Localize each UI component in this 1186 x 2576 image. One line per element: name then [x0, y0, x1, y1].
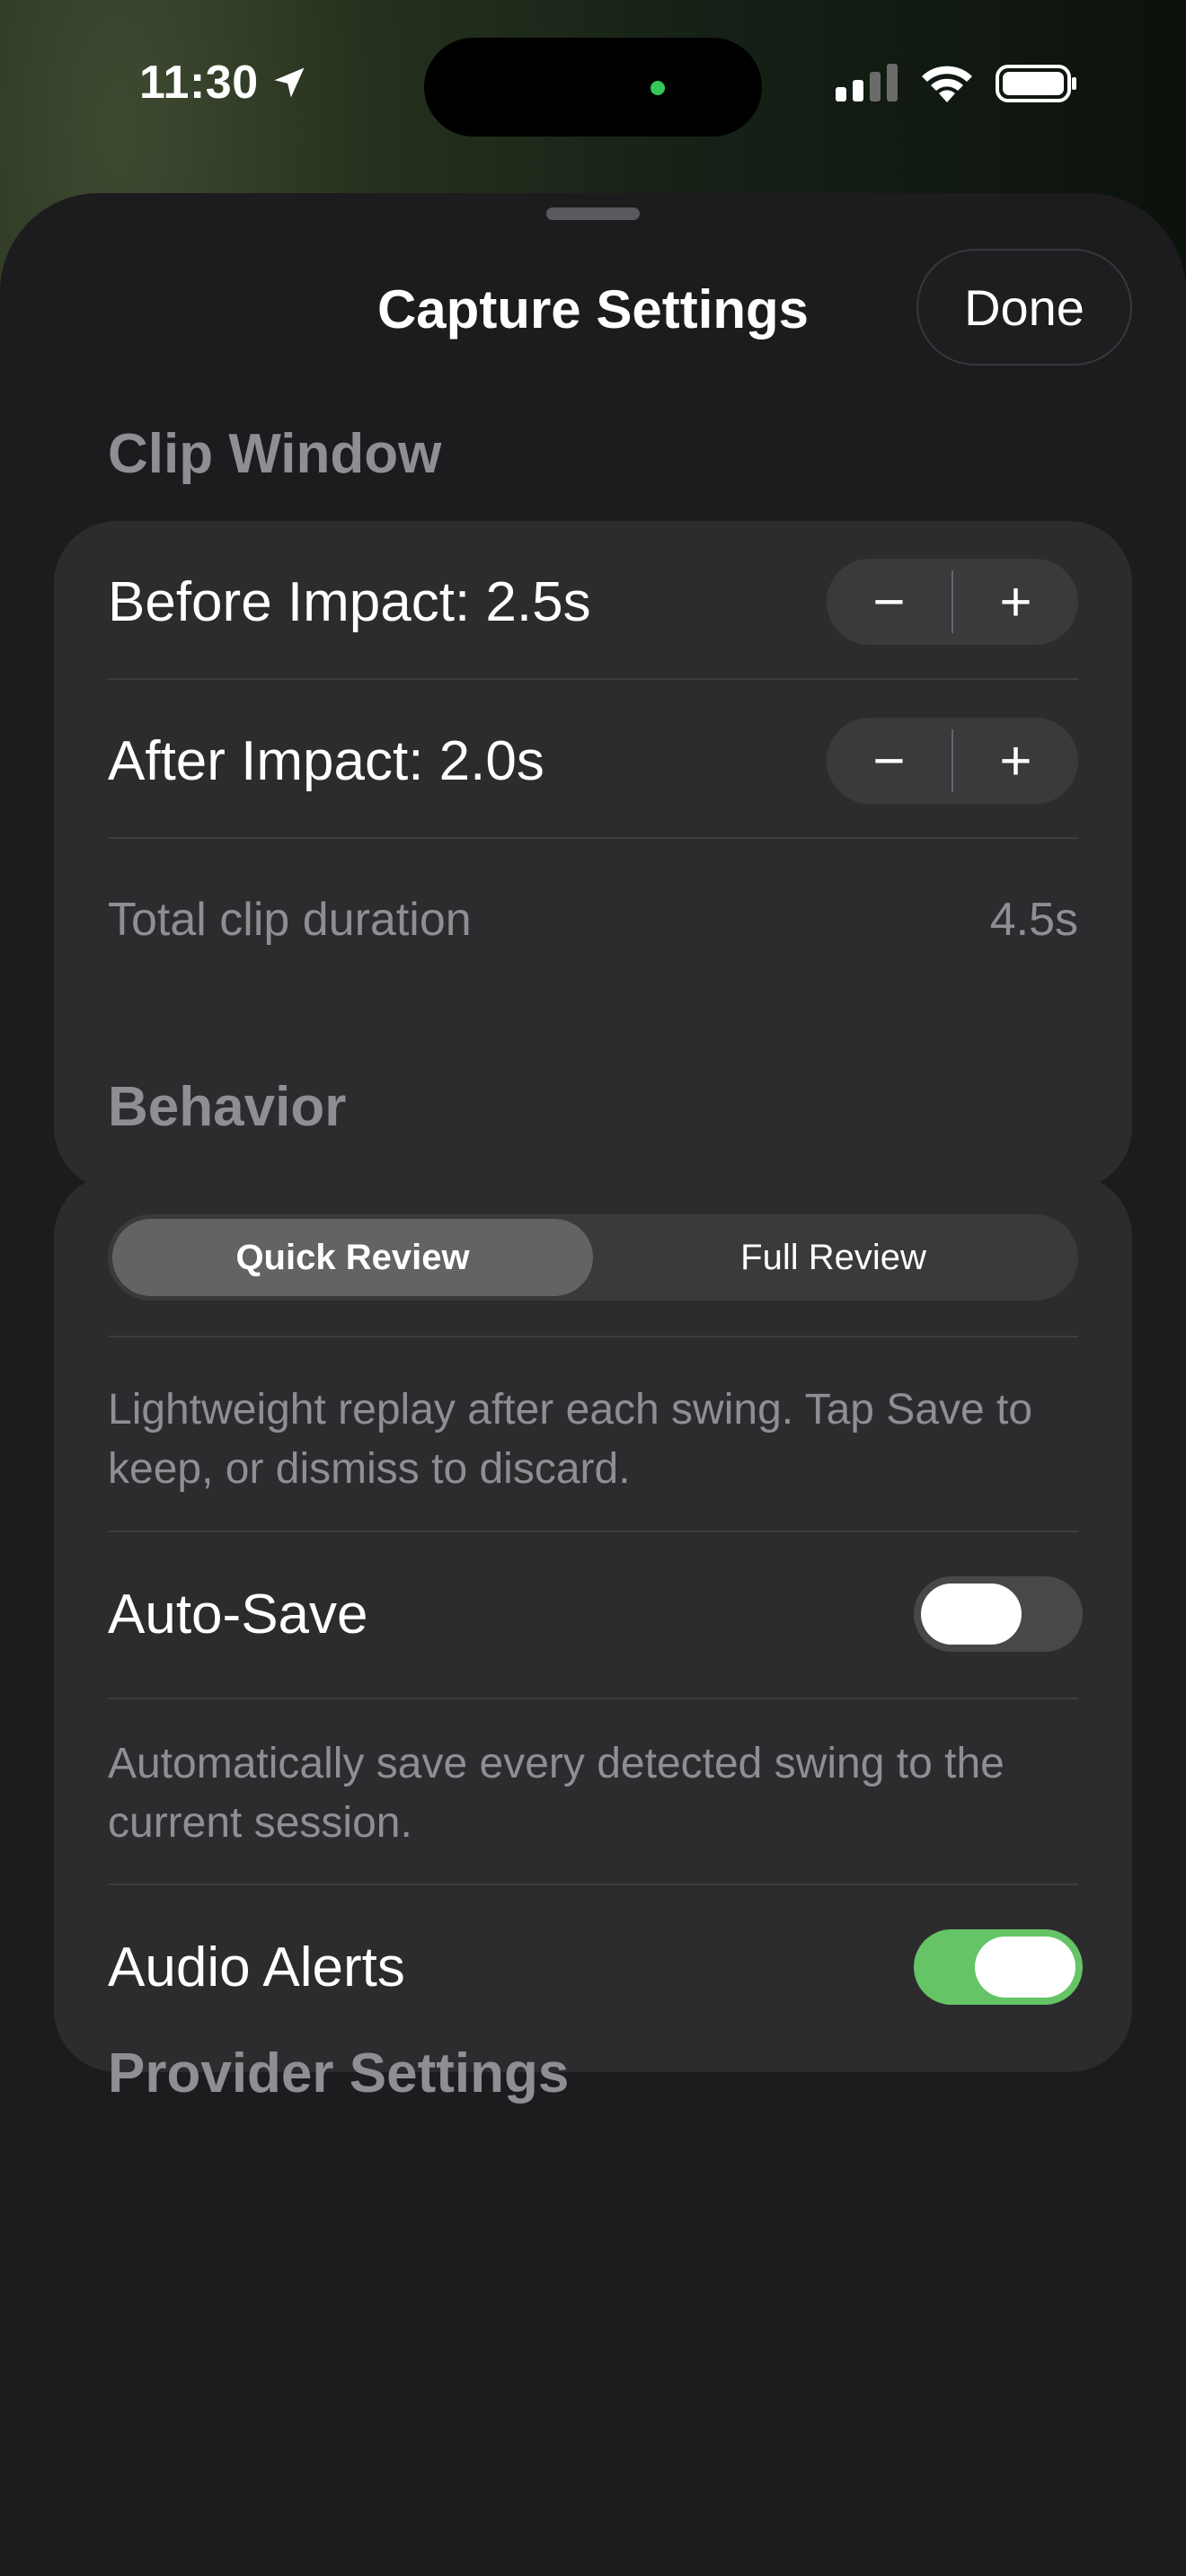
dynamic-island	[424, 38, 762, 137]
status-time: 11:30	[139, 56, 309, 110]
row-divider	[108, 1883, 1078, 1885]
before-impact-stepper[interactable]: − +	[827, 559, 1078, 645]
toggle-knob	[975, 1936, 1075, 1998]
done-button[interactable]: Done	[916, 249, 1132, 366]
row-divider	[108, 1531, 1078, 1532]
row-divider	[108, 837, 1078, 839]
clip-window-header: Clip Window	[108, 423, 442, 485]
sheet-grabber[interactable]	[546, 207, 640, 220]
segment-full-review[interactable]: Full Review	[593, 1219, 1074, 1296]
after-impact-decrement-button[interactable]: −	[827, 718, 951, 804]
capture-settings-sheet: Capture Settings Done Clip Window Before…	[0, 193, 1186, 2576]
location-arrow-icon	[274, 67, 305, 98]
row-divider	[108, 1698, 1078, 1699]
row-divider	[108, 1336, 1078, 1337]
battery-icon	[996, 65, 1076, 102]
behavior-header: Behavior	[108, 1076, 347, 1138]
auto-save-toggle[interactable]	[914, 1576, 1083, 1652]
auto-save-description: Automatically save every detected swing …	[108, 1740, 1005, 1847]
before-impact-increment-button[interactable]: +	[953, 559, 1078, 645]
total-duration-value: 4.5s	[989, 894, 1078, 946]
behavior-card: Quick Review Full Review Lightweight rep…	[54, 1174, 1132, 2072]
auto-save-label: Auto-Save	[108, 1583, 368, 1645]
before-impact-label: Before Impact: 2.5s	[108, 570, 591, 633]
toggle-knob	[921, 1584, 1022, 1645]
provider-settings-header: Provider Settings	[108, 2042, 570, 2104]
audio-alerts-toggle[interactable]	[914, 1929, 1083, 2005]
after-impact-increment-button[interactable]: +	[953, 718, 1078, 804]
review-mode-segmented-control[interactable]: Quick Review Full Review	[108, 1214, 1078, 1301]
wifi-icon	[922, 66, 972, 102]
camera-indicator-dot	[651, 81, 665, 95]
cellular-signal-icon	[836, 64, 898, 101]
total-duration-label: Total clip duration	[108, 894, 472, 946]
review-mode-description: Lightweight replay after each swing. Tap…	[108, 1386, 1033, 1493]
status-time-text: 11:30	[139, 57, 259, 109]
audio-alerts-label: Audio Alerts	[108, 1936, 405, 1998]
after-impact-label: After Impact: 2.0s	[108, 729, 544, 792]
before-impact-decrement-button[interactable]: −	[827, 559, 951, 645]
total-duration-row: Total clip duration 4.5s	[108, 875, 1078, 965]
segment-quick-review[interactable]: Quick Review	[112, 1219, 593, 1296]
row-divider	[108, 678, 1078, 680]
after-impact-stepper[interactable]: − +	[827, 718, 1078, 804]
status-icons	[836, 63, 1078, 104]
screen: 11:30 Capture Settings Done Clip Window …	[0, 0, 1186, 2576]
